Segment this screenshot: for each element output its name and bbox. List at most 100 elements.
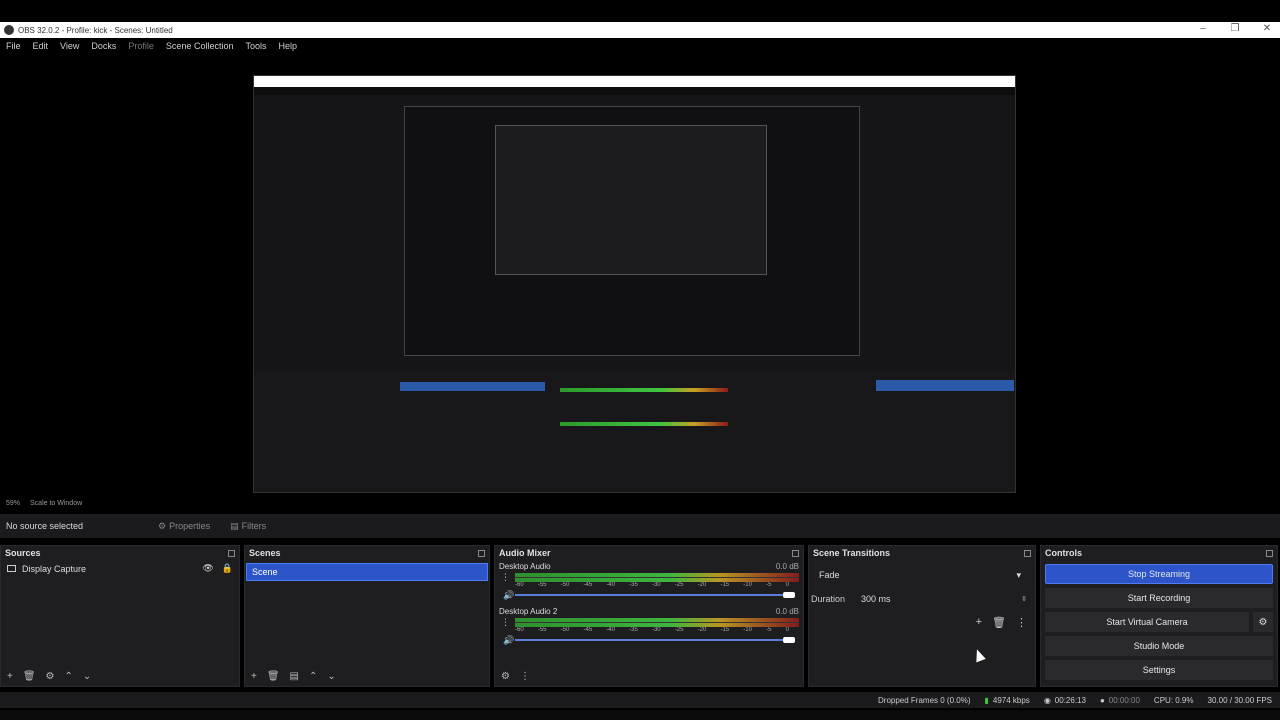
stream-icon: ◉ [1043, 695, 1051, 705]
preview-nested-meter-2 [560, 422, 728, 426]
undock-icon[interactable] [1024, 549, 1031, 557]
up-arrow-icon[interactable]: ⌃ [309, 671, 317, 682]
menu-view[interactable]: View [54, 41, 85, 51]
channel-name: Desktop Audio 2 [499, 607, 558, 616]
mixer-channel: Desktop Audio 2 0.0 dB ⋮ -60 -55 -50 -45 -40… [495, 605, 803, 646]
settings-button[interactable]: Settings [1045, 660, 1273, 680]
menu-help[interactable]: Help [272, 41, 303, 51]
undock-icon[interactable] [478, 549, 485, 557]
menu-docks[interactable]: Docks [85, 41, 122, 51]
record-icon: ● [1099, 695, 1105, 705]
bitrate: 4974 kbps [992, 695, 1030, 705]
preview-display-capture [253, 75, 1016, 493]
duration-input[interactable]: 300 ms [857, 590, 1009, 608]
sources-dock: Sources Display Capture 👁 🔒 + 🗑 ⚙ ⌃ ⌄ [0, 545, 240, 687]
scale-mode[interactable]: Scale to Window [30, 500, 82, 507]
menu-file[interactable]: File [0, 41, 27, 51]
down-arrow-icon[interactable]: ⌄ [327, 671, 335, 682]
preview-nested-window [404, 106, 860, 356]
obs-app-icon [4, 25, 14, 35]
source-toolbar: No source selected ⚙ Properties ▤ Filter… [0, 514, 1280, 538]
monitor-icon [7, 565, 16, 572]
channel-db: 0.0 dB [775, 607, 799, 616]
window-titlebar: OBS 32.0.2 - Profile: kick - Scenes: Unt… [0, 22, 1280, 38]
meter-scale: -60 -55 -50 -45 -40 -35 -30 -25 -20 -15 -10 -5 0 [515, 627, 789, 633]
duration-label: Duration [811, 594, 846, 604]
os-taskbar [0, 710, 1280, 720]
volume-meter [515, 618, 799, 627]
scene-item[interactable]: Scene [246, 563, 488, 581]
properties-button[interactable]: ⚙ Properties [150, 518, 218, 535]
eye-icon[interactable]: 👁 [202, 563, 213, 574]
menu-scene-collection[interactable]: Scene Collection [160, 41, 240, 51]
duration-row: Duration 300 ms ⇳ [811, 590, 1027, 608]
volume-slider[interactable]: 🔊 [503, 635, 799, 645]
mixer-header: Audio Mixer [495, 546, 803, 560]
gear-icon[interactable]: ⚙ [46, 671, 55, 682]
sources-header: Sources [1, 546, 239, 560]
filters-button[interactable]: ▤ Filters [222, 518, 274, 535]
transition-selected: Fade [819, 570, 840, 580]
preview-nested-scene-highlight [400, 382, 545, 391]
up-arrow-icon[interactable]: ⌃ [65, 671, 73, 682]
virtual-camera-settings-gear-icon[interactable]: ⚙ [1253, 612, 1273, 632]
channel-name: Desktop Audio [499, 562, 551, 571]
kebab-icon[interactable]: ⋮ [1016, 616, 1027, 629]
transition-select[interactable]: Fade ▾ [813, 566, 1027, 584]
lock-icon[interactable]: 🔒 [222, 563, 233, 574]
preview-canvas[interactable] [0, 54, 1280, 496]
scenes-title: Scenes [249, 548, 281, 558]
undock-icon[interactable] [228, 549, 235, 557]
stop-streaming-button[interactable]: Stop Streaming [1045, 564, 1273, 584]
sources-title: Sources [5, 548, 41, 558]
kebab-icon[interactable]: ⋮ [501, 617, 510, 628]
menu-tools[interactable]: Tools [239, 41, 272, 51]
sources-toolbar: + 🗑 ⚙ ⌃ ⌄ [7, 671, 91, 682]
audio-mixer-dock: Audio Mixer Desktop Audio 0.0 dB ⋮ -60 -5… [494, 545, 804, 687]
channel-db: 0.0 dB [775, 562, 799, 571]
start-virtual-camera-button[interactable]: Start Virtual Camera [1045, 612, 1249, 632]
volume-slider[interactable]: 🔊 [503, 590, 799, 600]
maximize-icon[interactable]: ❐ [1228, 23, 1242, 34]
scenes-toolbar: + 🗑 ▤ ⌃ ⌄ [251, 671, 336, 682]
close-icon[interactable]: ✕ [1260, 23, 1274, 34]
trash-icon[interactable]: 🗑 [992, 616, 1006, 629]
gear-icon[interactable]: ⚙ [501, 671, 510, 682]
start-recording-button[interactable]: Start Recording [1045, 588, 1273, 608]
trash-icon[interactable]: 🗑 [23, 671, 36, 682]
add-icon[interactable]: + [7, 671, 13, 682]
filter-icon[interactable]: ▤ [290, 671, 299, 682]
down-arrow-icon[interactable]: ⌄ [83, 671, 91, 682]
speaker-icon[interactable]: 🔊 [503, 590, 514, 601]
preview-nested-docks [254, 372, 1015, 492]
add-icon[interactable]: + [251, 671, 257, 682]
meter-scale: -60 -55 -50 -45 -40 -35 -30 -25 -20 -15 -10 -5 0 [515, 582, 789, 588]
signal-icon: ▮ [984, 695, 989, 705]
menu-edit[interactable]: Edit [27, 41, 55, 51]
scene-transitions-dock: Scene Transitions Fade ▾ Duration 300 ms… [808, 545, 1036, 687]
cpu-usage: CPU: 0.9% [1153, 695, 1194, 705]
kebab-icon[interactable]: ⋮ [501, 572, 510, 583]
scenes-dock: Scenes Scene + 🗑 ▤ ⌃ ⌄ [244, 545, 490, 687]
source-item-label: Display Capture [22, 563, 87, 574]
controls-title: Controls [1045, 548, 1082, 558]
kebab-icon[interactable]: ⋮ [520, 671, 530, 682]
undock-icon[interactable] [792, 549, 799, 557]
zoom-level[interactable]: 59% [6, 500, 20, 507]
source-item[interactable]: Display Capture 👁 🔒 [1, 560, 239, 577]
preview-nested-menu [254, 87, 1015, 95]
preview-nested-meter-1 [560, 388, 728, 392]
studio-mode-button[interactable]: Studio Mode [1045, 636, 1273, 656]
mixer-toolbar: ⚙ ⋮ [501, 671, 530, 682]
menu-profile[interactable]: Profile [122, 41, 160, 51]
undock-icon[interactable] [1266, 549, 1273, 557]
speaker-icon[interactable]: 🔊 [503, 635, 514, 646]
trash-icon[interactable]: 🗑 [267, 671, 280, 682]
controls-dock: Controls Stop Streaming Start Recording … [1040, 545, 1278, 687]
minimize-icon[interactable]: – [1196, 23, 1210, 34]
spin-arrows-icon[interactable]: ⇳ [1021, 595, 1027, 603]
add-icon[interactable]: + [976, 616, 982, 629]
controls-header: Controls [1041, 546, 1277, 560]
window-controls: – ❐ ✕ [1196, 23, 1274, 34]
dropped-frames: Dropped Frames 0 (0.0%) [878, 695, 971, 705]
